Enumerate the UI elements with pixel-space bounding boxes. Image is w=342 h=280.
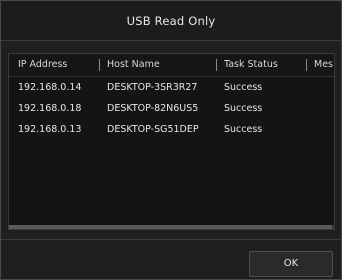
column-header-host-name[interactable]: Host Name — [107, 54, 207, 76]
cell-task-status: Success — [224, 82, 263, 93]
column-header-message[interactable]: Mes — [314, 54, 334, 76]
column-resize-handle[interactable] — [216, 59, 217, 71]
dialog-title: USB Read Only — [126, 13, 216, 28]
cell-ip-address: 192.168.0.18 — [18, 103, 82, 114]
cell-host-name: DESKTOP-SG51DEP — [107, 124, 199, 135]
cell-task-status: Success — [224, 124, 263, 135]
cell-task-status: Success — [224, 103, 263, 114]
horizontal-scrollbar[interactable] — [9, 225, 334, 229]
cell-host-name: DESKTOP-3SR3R27 — [107, 82, 198, 93]
scrollbar-thumb[interactable] — [9, 225, 332, 229]
table-header: IP Address Host Name Task Status Mes — [9, 54, 334, 77]
column-resize-handle[interactable] — [99, 59, 100, 71]
cell-ip-address: 192.168.0.13 — [18, 124, 82, 135]
cell-ip-address: 192.168.0.14 — [18, 82, 82, 93]
results-table: IP Address Host Name Task Status Mes 192… — [8, 53, 335, 230]
table-row[interactable]: 192.168.0.18 DESKTOP-82N6US5 Success — [9, 98, 334, 119]
dialog-titlebar: USB Read Only — [1, 1, 341, 41]
table-row[interactable]: 192.168.0.14 DESKTOP-3SR3R27 Success — [9, 77, 334, 98]
cell-host-name: DESKTOP-82N6US5 — [107, 103, 199, 114]
column-header-task-status[interactable]: Task Status — [224, 54, 304, 76]
column-header-ip-address[interactable]: IP Address — [18, 54, 98, 76]
dialog-footer: OK — [1, 239, 341, 279]
column-resize-handle[interactable] — [306, 59, 307, 71]
ok-button[interactable]: OK — [249, 251, 333, 277]
usb-read-only-dialog: USB Read Only IP Address Host Name Task … — [0, 0, 342, 280]
table-row[interactable]: 192.168.0.13 DESKTOP-SG51DEP Success — [9, 119, 334, 140]
